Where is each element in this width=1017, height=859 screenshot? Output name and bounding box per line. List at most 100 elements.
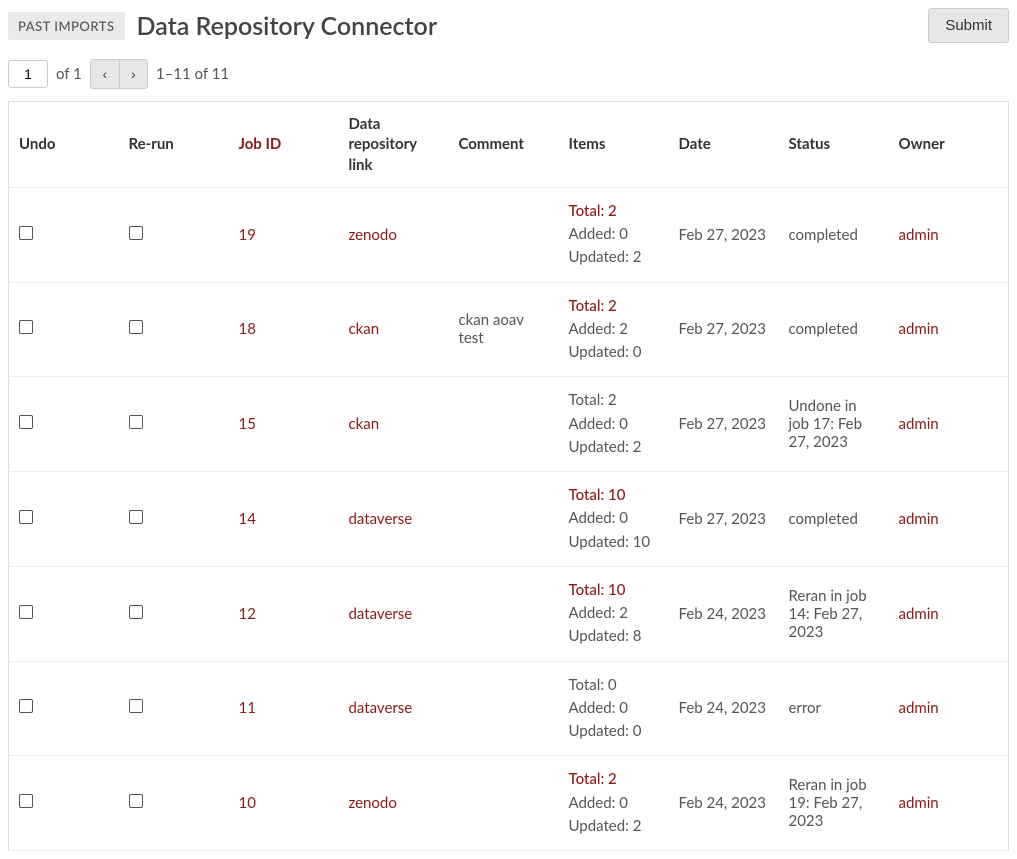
items-cell: Total: 2Added: 0Updated: 2 (559, 756, 669, 851)
imports-table: Undo Re-run Job ID Data repository link … (8, 101, 1009, 851)
items-updated: Updated: 2 (569, 815, 659, 838)
items-updated: Updated: 2 (569, 436, 659, 459)
date-cell: Feb 27, 2023 (669, 187, 779, 282)
col-header-items[interactable]: Items (559, 102, 669, 188)
owner-link[interactable]: admin (899, 226, 939, 244)
comment-cell (449, 661, 559, 756)
jobid-link[interactable]: 19 (239, 226, 256, 244)
page-title: Data Repository Connector (137, 11, 438, 41)
items-total[interactable]: Total: 2 (569, 200, 659, 223)
jobid-link[interactable]: 18 (239, 320, 256, 338)
prev-page-button[interactable]: ‹ (91, 60, 119, 88)
repo-link[interactable]: ckan (349, 320, 380, 338)
col-header-jobid[interactable]: Job ID (229, 102, 339, 188)
items-updated: Updated: 10 (569, 531, 659, 554)
rerun-checkbox[interactable] (129, 320, 143, 334)
items-total: Total: 0 (569, 674, 659, 697)
date-cell: Feb 24, 2023 (669, 566, 779, 661)
header-left: PAST IMPORTS Data Repository Connector (8, 11, 437, 41)
items-cell: Total: 10Added: 0Updated: 10 (559, 472, 669, 567)
col-header-status[interactable]: Status (779, 102, 889, 188)
rerun-checkbox[interactable] (129, 510, 143, 524)
owner-link[interactable]: admin (899, 699, 939, 717)
owner-link[interactable]: admin (899, 510, 939, 528)
status-cell: completed (779, 187, 889, 282)
repo-link[interactable]: ckan (349, 415, 380, 433)
table-row: 10zenodoTotal: 2Added: 0Updated: 2Feb 24… (9, 756, 1009, 851)
rerun-checkbox[interactable] (129, 605, 143, 619)
col-header-comment[interactable]: Comment (449, 102, 559, 188)
jobid-link[interactable]: 15 (239, 415, 256, 433)
items-updated: Updated: 2 (569, 246, 659, 269)
items-cell: Total: 10Added: 2Updated: 8 (559, 566, 669, 661)
undo-checkbox[interactable] (19, 510, 33, 524)
items-cell: Total: 2Added: 0Updated: 2 (559, 377, 669, 472)
items-added: Added: 2 (569, 602, 659, 625)
items-updated: Updated: 8 (569, 625, 659, 648)
items-updated: Updated: 0 (569, 720, 659, 743)
undo-checkbox[interactable] (19, 226, 33, 240)
col-header-date[interactable]: Date (669, 102, 779, 188)
table-row: 18ckanckan aoav testTotal: 2Added: 2Upda… (9, 282, 1009, 377)
items-total[interactable]: Total: 2 (569, 768, 659, 791)
status-cell: Undone in job 17: Feb 27, 2023 (779, 377, 889, 472)
rerun-checkbox[interactable] (129, 226, 143, 240)
table-row: 11 dataverse Total: 0Added: 0Updated: 0Feb… (9, 661, 1009, 756)
repo-link[interactable]: zenodo (349, 794, 397, 812)
col-header-repo[interactable]: Data repository link (339, 102, 449, 188)
rerun-checkbox[interactable] (129, 415, 143, 429)
status-cell: Reran in job 14: Feb 27, 2023 (779, 566, 889, 661)
items-added: Added: 0 (569, 223, 659, 246)
undo-checkbox[interactable] (19, 605, 33, 619)
comment-cell (449, 756, 559, 851)
items-cell: Total: 0Added: 0Updated: 0 (559, 661, 669, 756)
comment-cell (449, 566, 559, 661)
date-cell: Feb 24, 2023 (669, 661, 779, 756)
col-header-undo[interactable]: Undo (9, 102, 119, 188)
items-total[interactable]: Total: 10 (569, 484, 659, 507)
repo-link[interactable]: dataverse (349, 510, 413, 528)
comment-cell (449, 472, 559, 567)
col-header-owner[interactable]: Owner (889, 102, 1009, 188)
items-total[interactable]: Total: 10 (569, 579, 659, 602)
table-row: 15ckanTotal: 2Added: 0Updated: 2Feb 27, … (9, 377, 1009, 472)
date-cell: Feb 27, 2023 (669, 282, 779, 377)
owner-link[interactable]: admin (899, 415, 939, 433)
rerun-checkbox[interactable] (129, 699, 143, 713)
undo-checkbox[interactable] (19, 794, 33, 808)
page-number-input[interactable] (8, 60, 48, 88)
undo-checkbox[interactable] (19, 415, 33, 429)
col-header-rerun[interactable]: Re-run (119, 102, 229, 188)
repo-link[interactable]: dataverse (349, 699, 413, 717)
jobid-link[interactable]: 14 (239, 510, 256, 528)
date-cell: Feb 24, 2023 (669, 756, 779, 851)
items-cell: Total: 2Added: 0Updated: 2 (559, 187, 669, 282)
date-cell: Feb 27, 2023 (669, 377, 779, 472)
repo-link[interactable]: zenodo (349, 226, 397, 244)
items-added: Added: 0 (569, 413, 659, 436)
table-row: 19zenodoTotal: 2Added: 0Updated: 2Feb 27… (9, 187, 1009, 282)
rerun-checkbox[interactable] (129, 794, 143, 808)
jobid-link[interactable]: 11 (239, 699, 256, 717)
repo-link[interactable]: dataverse (349, 605, 413, 623)
chevron-right-icon: › (131, 66, 136, 82)
owner-link[interactable]: admin (899, 605, 939, 623)
items-cell: Total: 2Added: 2Updated: 0 (559, 282, 669, 377)
jobid-link[interactable]: 12 (239, 605, 256, 623)
undo-checkbox[interactable] (19, 320, 33, 334)
undo-checkbox[interactable] (19, 699, 33, 713)
owner-link[interactable]: admin (899, 794, 939, 812)
jobid-link[interactable]: 10 (239, 794, 256, 812)
page-range-label: 1–11 of 11 (156, 65, 229, 83)
next-page-button[interactable]: › (119, 60, 147, 88)
items-total: Total: 2 (569, 389, 659, 412)
chevron-left-icon: ‹ (103, 66, 108, 82)
date-cell: Feb 27, 2023 (669, 472, 779, 567)
submit-button[interactable]: Submit (928, 8, 1009, 43)
status-cell: completed (779, 472, 889, 567)
comment-cell (449, 187, 559, 282)
items-added: Added: 0 (569, 792, 659, 815)
table-header-row: Undo Re-run Job ID Data repository link … (9, 102, 1009, 188)
items-total[interactable]: Total: 2 (569, 295, 659, 318)
owner-link[interactable]: admin (899, 320, 939, 338)
